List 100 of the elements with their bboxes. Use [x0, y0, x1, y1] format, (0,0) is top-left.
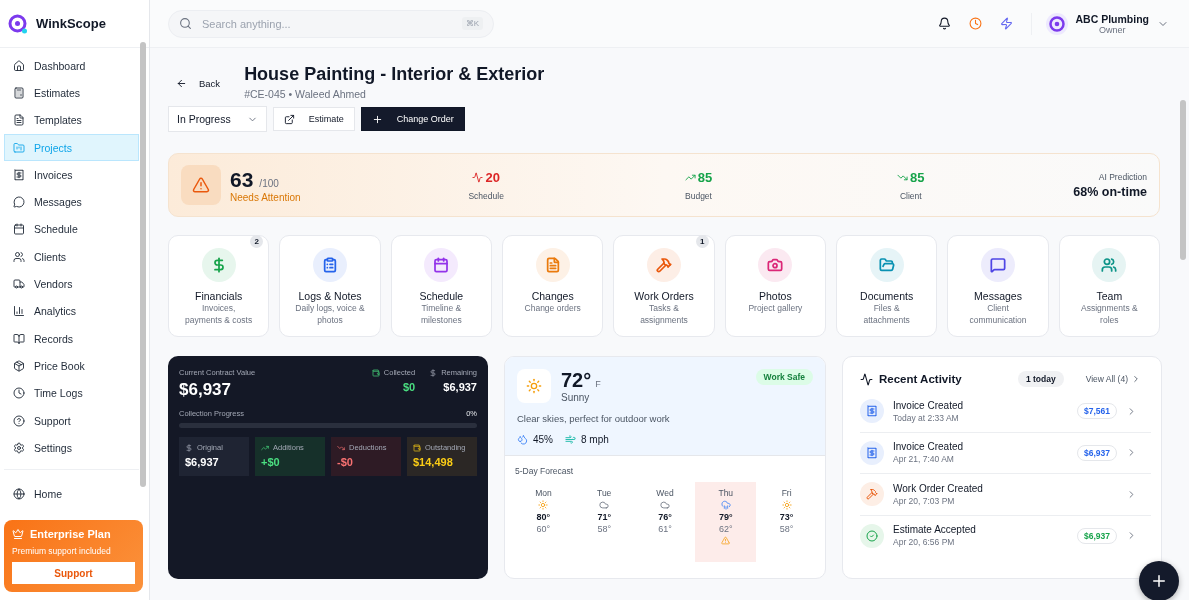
receipt-icon	[13, 168, 25, 181]
metric-value: 85	[897, 169, 925, 185]
sidebar-item[interactable]: Templates	[4, 106, 139, 134]
sidebar-item[interactable]: Analytics	[4, 297, 139, 325]
sidebar-item[interactable]: Home	[4, 480, 139, 508]
back-button[interactable]: Back	[176, 78, 221, 89]
chevron-right-icon	[1131, 374, 1141, 384]
activity-item-title: Estimate Accepted	[893, 524, 977, 536]
project-title: House Painting - Interior & Exterior	[244, 64, 545, 85]
people-icon	[13, 250, 25, 263]
sidebar-item[interactable]: Dashboard	[4, 52, 139, 80]
avatar[interactable]	[1045, 12, 1068, 35]
lightning-button[interactable]	[999, 17, 1013, 30]
activity-item-title: Invoice Created	[893, 441, 965, 453]
count-badge: 1	[695, 235, 709, 248]
droplets-icon	[517, 434, 528, 445]
activity-item[interactable]: Work Order Created Apr 20, 7:03 PM	[860, 474, 1151, 516]
scrollbar[interactable]	[140, 42, 146, 487]
package-icon	[13, 359, 25, 372]
amount-value: +$0	[261, 456, 281, 468]
section-tile[interactable]: Financials Invoices, payments & costs 2	[168, 235, 270, 337]
weather-summary: Clear skies, perfect for outdoor work	[517, 413, 671, 424]
plan-subtitle: Premium support included	[12, 546, 112, 556]
chat-icon	[13, 196, 25, 209]
trend-up-icon	[261, 443, 269, 452]
sidebar-item[interactable]: Vendors	[4, 270, 139, 298]
sidebar-item[interactable]: Invoices	[4, 161, 139, 189]
collected-value: $0	[402, 381, 416, 393]
high-temp: 76°	[658, 512, 672, 522]
low-temp: 58°	[597, 524, 611, 534]
bell-icon	[937, 17, 951, 30]
activity-item[interactable]: Invoice Created Apr 21, 7:40 AM $6,937	[860, 432, 1151, 474]
section-tile[interactable]: Work Orders Tasks & assignments 1	[613, 235, 715, 337]
sidebar-item[interactable]: Records	[4, 324, 139, 353]
activity-item[interactable]: Invoice Created Today at 2:33 AM $7,561	[860, 391, 1151, 433]
temperature-unit: F	[595, 379, 601, 389]
trend-down-icon	[337, 443, 345, 452]
dollar-icon	[185, 443, 193, 452]
sidebar-item[interactable]: Time Logs	[4, 379, 139, 407]
add-button[interactable]	[1139, 561, 1179, 600]
high-temp: 80°	[536, 512, 551, 522]
estimate-button[interactable]: Estimate	[272, 107, 355, 131]
arrow-left-icon	[176, 78, 187, 89]
health-status: Needs Attention	[230, 191, 302, 203]
amount-value: -$0	[337, 456, 354, 468]
clock-button[interactable]	[968, 17, 982, 30]
sidebar-item[interactable]: Schedule	[4, 215, 139, 244]
project-subtitle: #CE-045 • Waleed Ahmed	[244, 88, 367, 100]
globe-icon	[13, 488, 25, 501]
folder-icon	[13, 141, 25, 154]
sidebar-item[interactable]: Settings	[4, 434, 139, 462]
user-role: Owner	[1099, 24, 1126, 35]
notifications-button[interactable]	[937, 17, 951, 30]
calculator-icon	[13, 86, 25, 99]
sidebar-item[interactable]: Price Book	[4, 352, 139, 380]
section-tile[interactable]: Logs & Notes Daily logs, voice & photos	[279, 235, 381, 337]
sidebar-item[interactable]: Messages	[4, 188, 139, 216]
view-all-link[interactable]: View All (4)	[1085, 374, 1141, 384]
sidebar-item[interactable]: Support	[4, 406, 139, 435]
logo-icon	[8, 13, 28, 34]
lightning-icon	[999, 17, 1013, 30]
low-temp: 62°	[718, 524, 733, 534]
activity-time: Apr 20, 7:03 PM	[893, 495, 956, 506]
sidebar-item[interactable]: Estimates	[4, 79, 139, 107]
help-icon	[13, 414, 25, 427]
score-max: /100	[259, 177, 279, 189]
metric-value: 85	[684, 169, 713, 185]
weather-condition: Sunny	[561, 392, 591, 403]
wind-speed: 8 mph	[581, 434, 609, 445]
section-tile[interactable]: Schedule Timeline & milestones	[390, 235, 492, 337]
section-tile[interactable]: Documents Files & attachments	[836, 235, 938, 337]
low-temp: 60°	[536, 524, 551, 534]
section-tile[interactable]: Messages Client communication	[947, 235, 1049, 337]
search-input[interactable]: Search anything...	[200, 16, 454, 31]
plus-icon	[1150, 572, 1168, 590]
temperature: 72°	[561, 369, 592, 391]
pulse-icon	[472, 171, 484, 183]
wallet-icon	[413, 443, 421, 452]
activity-item[interactable]: Estimate Accepted Apr 20, 6:56 PM $6,937	[860, 515, 1151, 557]
change-order-button[interactable]: Change Order	[360, 107, 465, 131]
high-temp: 73°	[779, 512, 794, 522]
scrollbar[interactable]	[1180, 100, 1186, 260]
section-tile[interactable]: Team Assignments & roles	[1058, 235, 1160, 337]
crown-icon	[12, 528, 24, 540]
search-icon	[179, 17, 192, 30]
section-tile[interactable]: Photos Project gallery	[724, 235, 826, 337]
warning-icon	[192, 176, 210, 194]
day-name: Wed	[656, 488, 674, 498]
today-count: 1 today	[1017, 371, 1064, 387]
humidity: 45%	[533, 434, 553, 445]
day-name: Fri	[781, 488, 792, 498]
support-button[interactable]: Support	[12, 562, 135, 584]
status-dropdown[interactable]: In Progress	[168, 106, 267, 132]
clock-icon	[968, 17, 982, 30]
sidebar-item[interactable]: Clients	[4, 243, 139, 271]
section-tile[interactable]: Changes Change orders	[502, 235, 604, 337]
low-temp: 58°	[779, 524, 794, 534]
prediction-label: AI Prediction	[1098, 171, 1147, 182]
amount-value: $14,498	[413, 456, 454, 468]
activity-time: Apr 21, 7:40 AM	[893, 454, 955, 465]
